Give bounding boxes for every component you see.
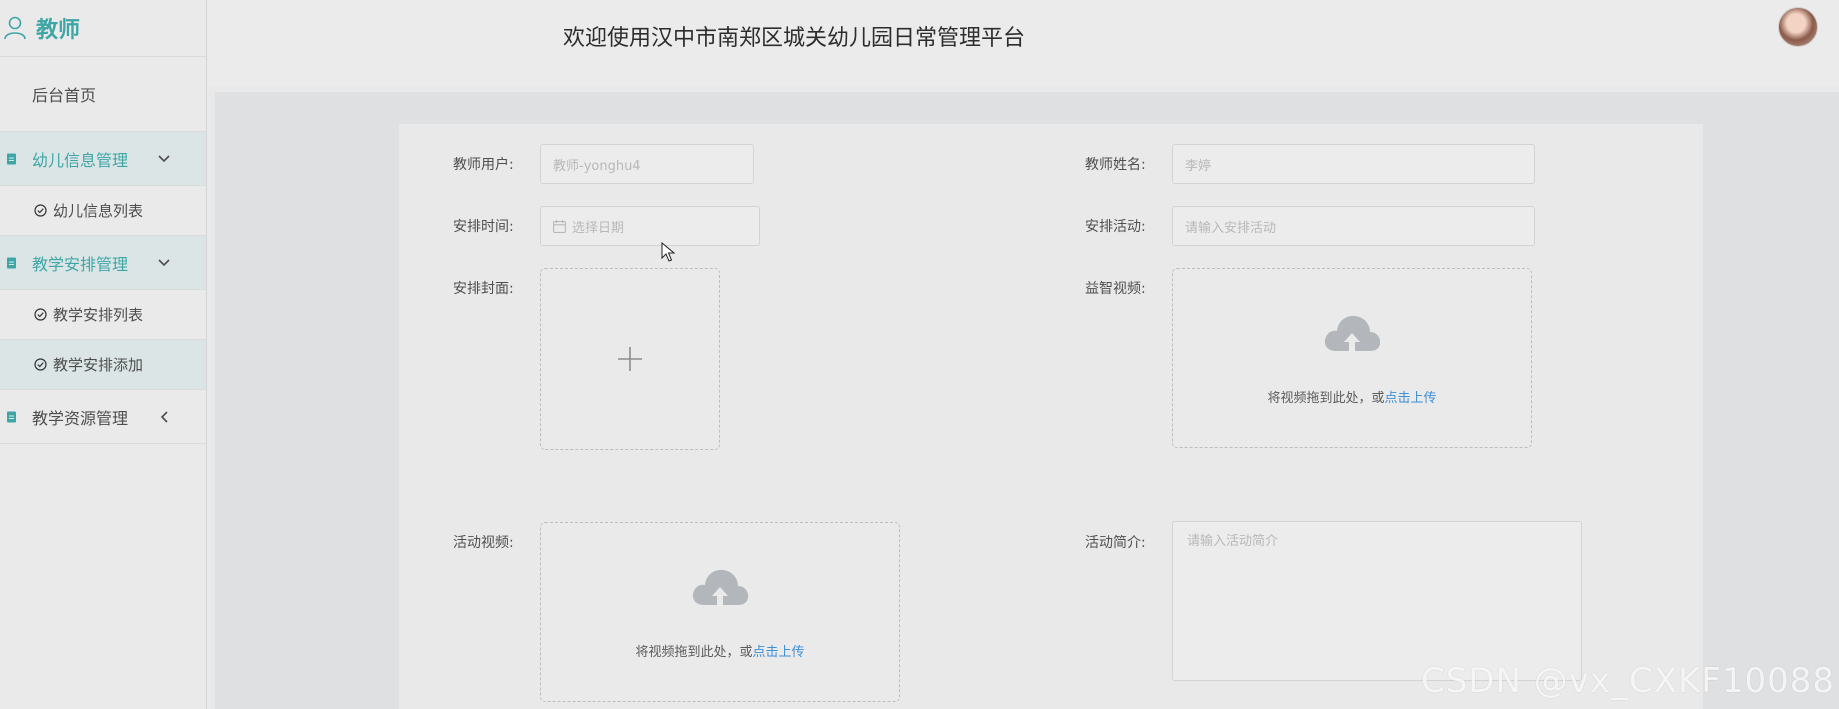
activity-video-uploader[interactable]: 将视频拖到此处，或点击上传 bbox=[540, 522, 900, 702]
form-panel: 教师用户: 教师-yonghu4 教师姓名: 李婷 安排时间: 选择日期 安排活… bbox=[399, 124, 1703, 709]
document-icon bbox=[7, 153, 16, 164]
avatar[interactable] bbox=[1778, 7, 1818, 47]
schedule-time-label: 安排时间: bbox=[453, 219, 514, 235]
cover-uploader[interactable] bbox=[540, 268, 720, 450]
click-upload-link[interactable]: 点击上传 bbox=[1385, 391, 1437, 406]
chevron-left-icon bbox=[160, 410, 168, 423]
check-circle-icon bbox=[34, 358, 47, 371]
brand-title: 教师 bbox=[36, 18, 81, 43]
schedule-date-placeholder: 选择日期 bbox=[572, 220, 625, 236]
schedule-activity-label: 安排活动: bbox=[1085, 219, 1146, 235]
sidebar-item-label: 幼儿信息列表 bbox=[53, 202, 144, 220]
click-upload-link[interactable]: 点击上传 bbox=[753, 645, 805, 660]
mouse-cursor-icon bbox=[661, 242, 675, 262]
drop-hint: 将视频拖到此处，或 bbox=[1267, 391, 1385, 406]
plus-icon bbox=[618, 347, 642, 371]
calendar-icon bbox=[553, 219, 566, 233]
teacher-name-label: 教师姓名: bbox=[1085, 157, 1146, 173]
chevron-down-icon bbox=[158, 258, 170, 266]
check-circle-icon bbox=[34, 204, 47, 217]
page-title: 欢迎使用汉中市南郑区城关幼儿园日常管理平台 bbox=[563, 26, 1026, 51]
sidebar-group-label: 教学安排管理 bbox=[32, 254, 129, 274]
sidebar-item-home[interactable]: 后台首页 bbox=[0, 57, 206, 132]
schedule-activity-input[interactable]: 请输入安排活动 bbox=[1172, 206, 1535, 246]
sidebar-group-label: 教学资源管理 bbox=[32, 408, 129, 428]
teacher-user-placeholder: 教师-yonghu4 bbox=[553, 158, 641, 174]
sidebar-group-child-info[interactable]: 幼儿信息管理 bbox=[0, 132, 206, 186]
chevron-down-icon bbox=[158, 154, 170, 162]
top-header: 欢迎使用汉中市南郑区城关幼儿园日常管理平台 bbox=[208, 0, 1839, 86]
sidebar-item-label: 教学安排列表 bbox=[53, 306, 144, 324]
upload-cloud-icon bbox=[1324, 315, 1381, 353]
sidebar-item-label: 后台首页 bbox=[32, 86, 97, 105]
cover-label: 安排封面: bbox=[453, 281, 514, 297]
edu-video-uploader[interactable]: 将视频拖到此处，或点击上传 bbox=[1172, 268, 1532, 448]
schedule-activity-placeholder: 请输入安排活动 bbox=[1185, 220, 1277, 236]
upload-cloud-icon bbox=[692, 569, 749, 607]
schedule-date-picker[interactable]: 选择日期 bbox=[540, 206, 760, 246]
edu-video-drop-text: 将视频拖到此处，或点击上传 bbox=[1173, 387, 1531, 406]
sidebar-group-label: 幼儿信息管理 bbox=[32, 150, 129, 170]
sidebar-item-teaching-list[interactable]: 教学安排列表 bbox=[0, 290, 206, 340]
document-icon bbox=[7, 411, 16, 422]
sidebar-brand: 教师 bbox=[0, 0, 206, 57]
edu-video-label: 益智视频: bbox=[1085, 281, 1146, 297]
drop-hint: 将视频拖到此处，或 bbox=[635, 645, 753, 660]
main-content: 教师用户: 教师-yonghu4 教师姓名: 李婷 安排时间: 选择日期 安排活… bbox=[215, 92, 1839, 709]
activity-video-drop-text: 将视频拖到此处，或点击上传 bbox=[541, 641, 899, 660]
user-icon bbox=[4, 16, 26, 40]
activity-video-label: 活动视频: bbox=[453, 535, 514, 551]
sidebar-group-resources[interactable]: 教学资源管理 bbox=[0, 390, 206, 444]
sidebar-item-label: 教学安排添加 bbox=[53, 356, 144, 374]
activity-intro-placeholder: 请输入活动简介 bbox=[1187, 534, 1279, 549]
sidebar-item-child-info-list[interactable]: 幼儿信息列表 bbox=[0, 186, 206, 236]
sidebar-group-teaching[interactable]: 教学安排管理 bbox=[0, 236, 206, 290]
teacher-user-label: 教师用户: bbox=[453, 157, 514, 173]
teacher-name-input[interactable]: 李婷 bbox=[1172, 144, 1535, 184]
sidebar-item-teaching-add[interactable]: 教学安排添加 bbox=[0, 340, 206, 390]
watermark: CSDN @vx_CXKF10088 bbox=[1420, 661, 1835, 701]
activity-intro-label: 活动简介: bbox=[1085, 535, 1146, 551]
activity-intro-textarea[interactable]: 请输入活动简介 bbox=[1172, 521, 1582, 681]
teacher-name-placeholder: 李婷 bbox=[1185, 158, 1212, 174]
sidebar: 教师 后台首页 幼儿信息管理 幼儿信息列表 教学安排管理 教学安排列表 教学安排… bbox=[0, 0, 207, 709]
document-icon bbox=[7, 257, 16, 268]
check-circle-icon bbox=[34, 308, 47, 321]
teacher-user-input[interactable]: 教师-yonghu4 bbox=[540, 144, 754, 184]
